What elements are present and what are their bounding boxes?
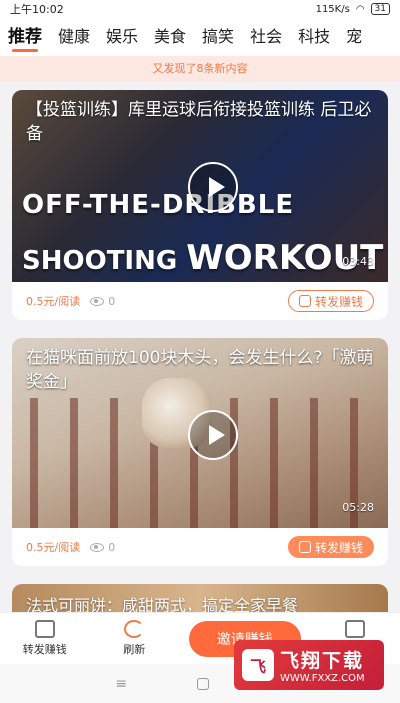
video-duration: 05:28 (342, 501, 374, 514)
wifi-icon: ◠ (355, 3, 365, 15)
card-meta: 0.5元/阅读 0 转发赚钱 (12, 282, 388, 320)
share-icon (298, 541, 311, 553)
tab-pets[interactable]: 宠 (338, 18, 370, 56)
tab-funny[interactable]: 搞笑 (194, 18, 242, 56)
video-title: 【投篮训练】库里运球后衔接投篮训练 后卫必备 (26, 100, 372, 144)
network-speed: 115K/s (315, 3, 350, 15)
watermark-url: WWW.FXXZ.COM (280, 673, 365, 684)
share-icon (298, 295, 311, 307)
home-icon[interactable] (197, 677, 210, 690)
watermark-logo: 飞 (242, 649, 274, 681)
tab-health[interactable]: 健康 (50, 18, 98, 56)
category-tabs: 推荐 健康 娱乐 美食 搞笑 社会 科技 宠 (0, 18, 400, 56)
nav-refresh[interactable]: 刷新 (99, 620, 169, 657)
battery-icon: 31 (370, 3, 390, 15)
view-count: 0 (90, 295, 115, 308)
share-icon (34, 620, 55, 638)
play-icon[interactable] (188, 162, 238, 212)
video-card[interactable]: 【投篮训练】库里运球后衔接投篮训练 后卫必备 OFF-THE-DRIBBLE S… (12, 90, 388, 320)
view-count: 0 (90, 541, 115, 554)
tab-tech[interactable]: 科技 (290, 18, 338, 56)
video-thumbnail[interactable]: 在猫咪面前放100块木头，会发生什么?「激萌奖金」 05:28 (12, 338, 388, 528)
nav-share-earn[interactable]: 转发赚钱 (10, 620, 80, 657)
thumbnail-overlay-text: SHOOTING WORKOUT (22, 238, 384, 278)
status-bar: 上午10:02 115K/s ◠ 31 (0, 0, 400, 18)
tab-food[interactable]: 美食 (146, 18, 194, 56)
card-meta: 0.5元/阅读 0 转发赚钱 (12, 528, 388, 566)
share-earn-button[interactable]: 转发赚钱 (287, 290, 374, 312)
eye-icon (90, 296, 105, 306)
share-earn-button[interactable]: 转发赚钱 (287, 536, 374, 558)
video-thumbnail[interactable]: 【投篮训练】库里运球后衔接投篮训练 后卫必备 OFF-THE-DRIBBLE S… (12, 90, 388, 282)
play-icon[interactable] (188, 410, 238, 460)
tab-recommend[interactable]: 推荐 (0, 18, 50, 56)
new-content-notice: 又发现了8条新内容 (0, 56, 400, 82)
video-title: 在猫咪面前放100块木头，会发生什么?「激萌奖金」 (26, 348, 374, 392)
reward-price: 0.5元/阅读 (26, 541, 81, 554)
thumbnail-overlay-text: OFF-THE-DRIBBLE (22, 190, 295, 220)
watermark-text: 飞翔下载 (280, 650, 365, 672)
menu-icon[interactable]: ≡ (115, 676, 127, 692)
video-feed: 【投篮训练】库里运球后衔接投篮训练 后卫必备 OFF-THE-DRIBBLE S… (12, 90, 388, 642)
tab-society[interactable]: 社会 (242, 18, 290, 56)
eye-icon (90, 542, 105, 552)
tab-entertainment[interactable]: 娱乐 (98, 18, 146, 56)
video-card[interactable]: 在猫咪面前放100块木头，会发生什么?「激萌奖金」 05:28 0.5元/阅读 … (12, 338, 388, 566)
wallet-icon (345, 620, 366, 638)
video-duration: 03:43 (342, 255, 374, 268)
refresh-icon (124, 620, 145, 638)
status-time: 上午10:02 (10, 3, 64, 16)
reward-price: 0.5元/阅读 (26, 295, 81, 308)
site-watermark: 飞 飞翔下载 WWW.FXXZ.COM (234, 640, 384, 690)
